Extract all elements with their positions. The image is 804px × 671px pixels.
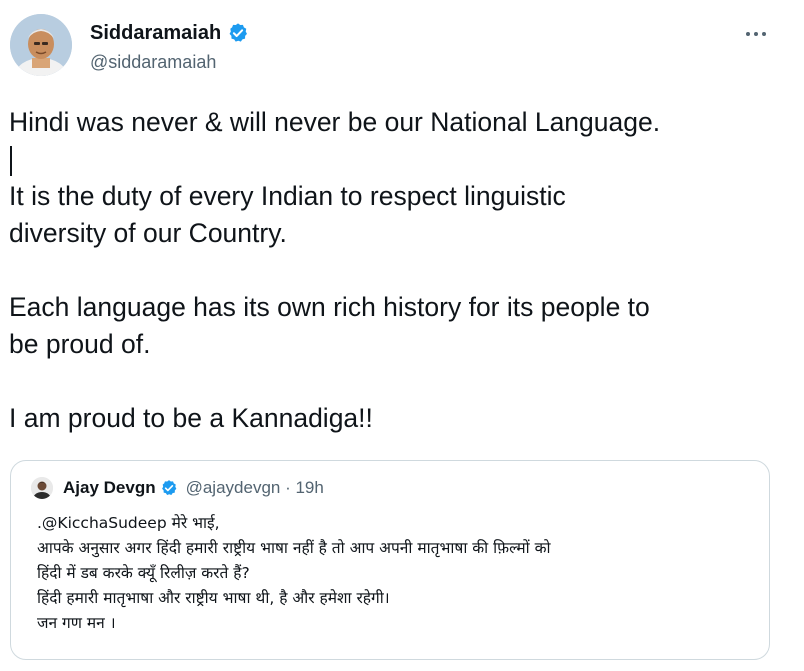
quoted-line: आपके अनुसार अगर हिंदी हमारी राष्ट्रीय भा… [37,539,551,557]
quoted-author-name[interactable]: Ajay Devgn [63,478,156,498]
author-display-name[interactable]: Siddaramaiah [90,22,221,45]
quoted-line: हिंदी हमारी मातृभाषा और राष्ट्रीय भाषा थ… [37,589,390,607]
tweet-card: Siddaramaiah @siddaramaiah Hindi was nev… [0,0,804,671]
author-handle[interactable]: @siddaramaiah [90,52,249,73]
quoted-line: .@KicchaSudeep मेरे भाई, [37,514,220,532]
tweet-line: Hindi was never & will never be our Nati… [9,107,661,137]
tweet-line: I am proud to be a Kannadiga!! [9,403,373,433]
verified-badge-icon [227,22,249,44]
quoted-line: हिंदी में डब करके क्यूँ रिलीज़ करते हैं? [37,564,250,582]
quoted-author-meta[interactable]: @ajaydevgn · 19h [186,478,324,498]
quoted-verified-badge-icon [160,479,178,497]
quoted-tweet[interactable]: Ajay Devgn @ajaydevgn · 19h .@KicchaSude… [10,460,770,660]
tweet-line: Each language has its own rich history f… [9,292,650,322]
more-options-icon[interactable] [736,22,776,46]
tweet-line: It is the duty of every Indian to respec… [9,181,566,211]
tweet-line: diversity of our Country. [9,218,287,248]
quoted-tweet-text: .@KicchaSudeep मेरे भाई, आपके अनुसार अगर… [37,511,757,636]
text-cursor [9,141,789,178]
quoted-line: जन गण मन । [37,614,116,632]
author-info: Siddaramaiah @siddaramaiah [90,20,249,73]
tweet-text: Hindi was never & will never be our Nati… [9,104,789,437]
tweet-line: be proud of. [9,329,151,359]
quoted-tweet-header: Ajay Devgn @ajaydevgn · 19h [31,475,324,501]
author-avatar[interactable] [10,14,72,76]
quoted-author-avatar [31,477,53,499]
